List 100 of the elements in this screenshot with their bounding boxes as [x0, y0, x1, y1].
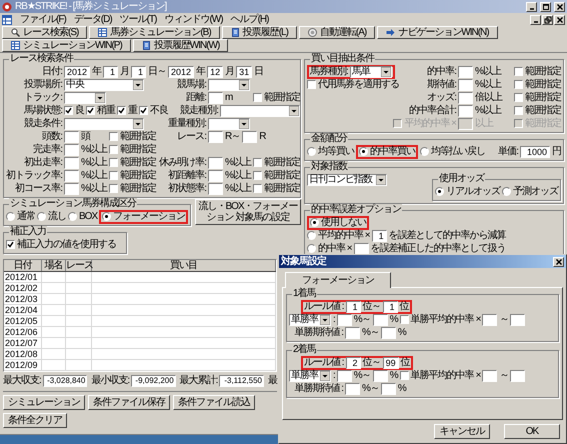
input-field[interactable]	[208, 156, 223, 168]
checkbox[interactable]	[109, 145, 118, 154]
dropdown[interactable]	[208, 118, 250, 130]
input-field[interactable]: 2012	[64, 66, 90, 78]
checkbox[interactable]	[514, 80, 523, 89]
window-icon[interactable]	[2, 14, 12, 24]
input-field[interactable]	[510, 314, 526, 326]
menu-item[interactable]: ヘルプ(H)	[230, 14, 268, 26]
checkbox[interactable]	[109, 184, 118, 193]
target-setting-button[interactable]: 流し・BOX・フォーメーション 対象馬の設定	[195, 199, 301, 225]
checkbox[interactable]	[514, 106, 523, 115]
input-field[interactable]	[345, 382, 360, 394]
toolbar-button[interactable]: レース検索(S)	[2, 26, 88, 39]
checkbox[interactable]	[109, 132, 118, 141]
radio-button[interactable]	[420, 147, 429, 156]
checkbox[interactable]	[253, 158, 262, 167]
dropdown[interactable]	[64, 118, 144, 130]
input-field[interactable]: 99	[382, 356, 399, 368]
radio-button[interactable]	[307, 147, 316, 156]
input-field[interactable]	[64, 144, 79, 156]
dialog-button[interactable]: キャンセル	[434, 424, 490, 439]
input-field[interactable]	[336, 370, 352, 382]
dropdown[interactable]: 単勝率	[289, 314, 331, 326]
dialog-button[interactable]: OK	[504, 424, 560, 439]
checkbox[interactable]	[253, 171, 262, 180]
radio-button[interactable]	[37, 212, 46, 221]
tab[interactable]: フォーメーション	[285, 272, 391, 288]
minimize-button[interactable]	[526, 2, 537, 12]
radio-button[interactable]	[307, 231, 316, 240]
input-field[interactable]	[458, 104, 473, 116]
input-field[interactable]	[510, 370, 526, 382]
minimize-button[interactable]	[530, 14, 541, 24]
radio-button[interactable]	[307, 244, 316, 253]
toolbar-button[interactable]: 自動運転(A)	[298, 26, 376, 39]
checkbox[interactable]	[139, 106, 148, 115]
toolbar-button[interactable]: 投票履歴WIN(W)	[132, 39, 228, 52]
radio-button[interactable]	[6, 212, 15, 221]
input-field[interactable]	[354, 242, 369, 254]
input-field[interactable]: 1	[131, 66, 146, 78]
input-field[interactable]	[64, 170, 79, 182]
input-field[interactable]	[64, 130, 79, 142]
menu-item[interactable]: ファイル(F)	[20, 14, 66, 26]
checkbox[interactable]	[109, 171, 118, 180]
radio-button[interactable]	[435, 187, 444, 196]
input-field[interactable]	[372, 314, 388, 326]
input-field[interactable]	[208, 92, 223, 104]
column-header[interactable]: 場名	[42, 260, 66, 271]
menu-item[interactable]: ツール(T)	[120, 14, 156, 26]
close-button[interactable]	[554, 2, 565, 12]
radio-button[interactable]	[310, 218, 319, 227]
input-field[interactable]: 2	[346, 356, 361, 368]
input-field[interactable]	[482, 370, 498, 382]
dropdown[interactable]	[220, 104, 300, 116]
input-field[interactable]	[208, 170, 223, 182]
command-button[interactable]: 条件ファイル保存	[88, 395, 170, 410]
checkbox[interactable]	[400, 315, 409, 324]
dropdown[interactable]	[208, 78, 250, 90]
input-field[interactable]	[208, 182, 223, 194]
command-button[interactable]: 条件ファイル読込	[173, 395, 255, 410]
restore-button[interactable]	[542, 14, 553, 24]
input-field[interactable]: 1	[382, 300, 398, 312]
checkbox[interactable]	[253, 184, 262, 193]
input-field[interactable]	[380, 382, 396, 394]
input-field[interactable]: 2012	[168, 66, 194, 78]
input-field[interactable]	[345, 326, 360, 338]
input-field[interactable]	[482, 314, 498, 326]
checkbox[interactable]	[253, 93, 262, 102]
input-field[interactable]	[458, 92, 473, 104]
radio-button[interactable]	[359, 147, 368, 156]
close-button[interactable]	[553, 256, 564, 266]
checkbox[interactable]	[117, 106, 126, 115]
column-header[interactable]: 買い目	[92, 260, 276, 271]
input-field[interactable]	[208, 130, 223, 142]
close-button[interactable]	[554, 14, 565, 24]
toolbar-button[interactable]: 投票履歴(L)	[222, 26, 297, 39]
dropdown[interactable]	[64, 92, 106, 104]
input-field[interactable]: 1	[103, 66, 118, 78]
toolbar-button[interactable]: ナビゲーションWIN(N)	[377, 26, 498, 39]
checkbox[interactable]	[109, 158, 118, 167]
input-field[interactable]: 1000	[520, 146, 550, 158]
checkbox[interactable]	[6, 240, 15, 249]
input-field[interactable]	[458, 78, 473, 90]
radio-button[interactable]	[68, 212, 77, 221]
input-field[interactable]	[64, 156, 79, 168]
dropdown[interactable]: 日刊コンピ指数	[307, 174, 387, 186]
dropdown[interactable]: 単勝率	[289, 370, 331, 382]
command-button[interactable]: シミュレーション	[3, 395, 85, 410]
radio-button[interactable]	[502, 187, 511, 196]
input-field[interactable]	[380, 326, 396, 338]
menu-item[interactable]: ウィンドウ(W)	[164, 14, 223, 26]
input-field[interactable]: 12	[207, 66, 224, 78]
checkbox[interactable]	[400, 371, 409, 380]
dropdown[interactable]: 中央	[64, 78, 144, 90]
toolbar-button[interactable]: 馬券シミュレーション(B)	[89, 26, 220, 39]
checkbox[interactable]	[64, 106, 73, 115]
dropdown[interactable]: 馬単	[350, 66, 392, 78]
input-field[interactable]	[242, 130, 258, 142]
input-field[interactable]: 1	[346, 300, 361, 312]
input-field[interactable]	[64, 182, 79, 194]
toolbar-button[interactable]: シミュレーションWIN(P)	[2, 39, 131, 52]
